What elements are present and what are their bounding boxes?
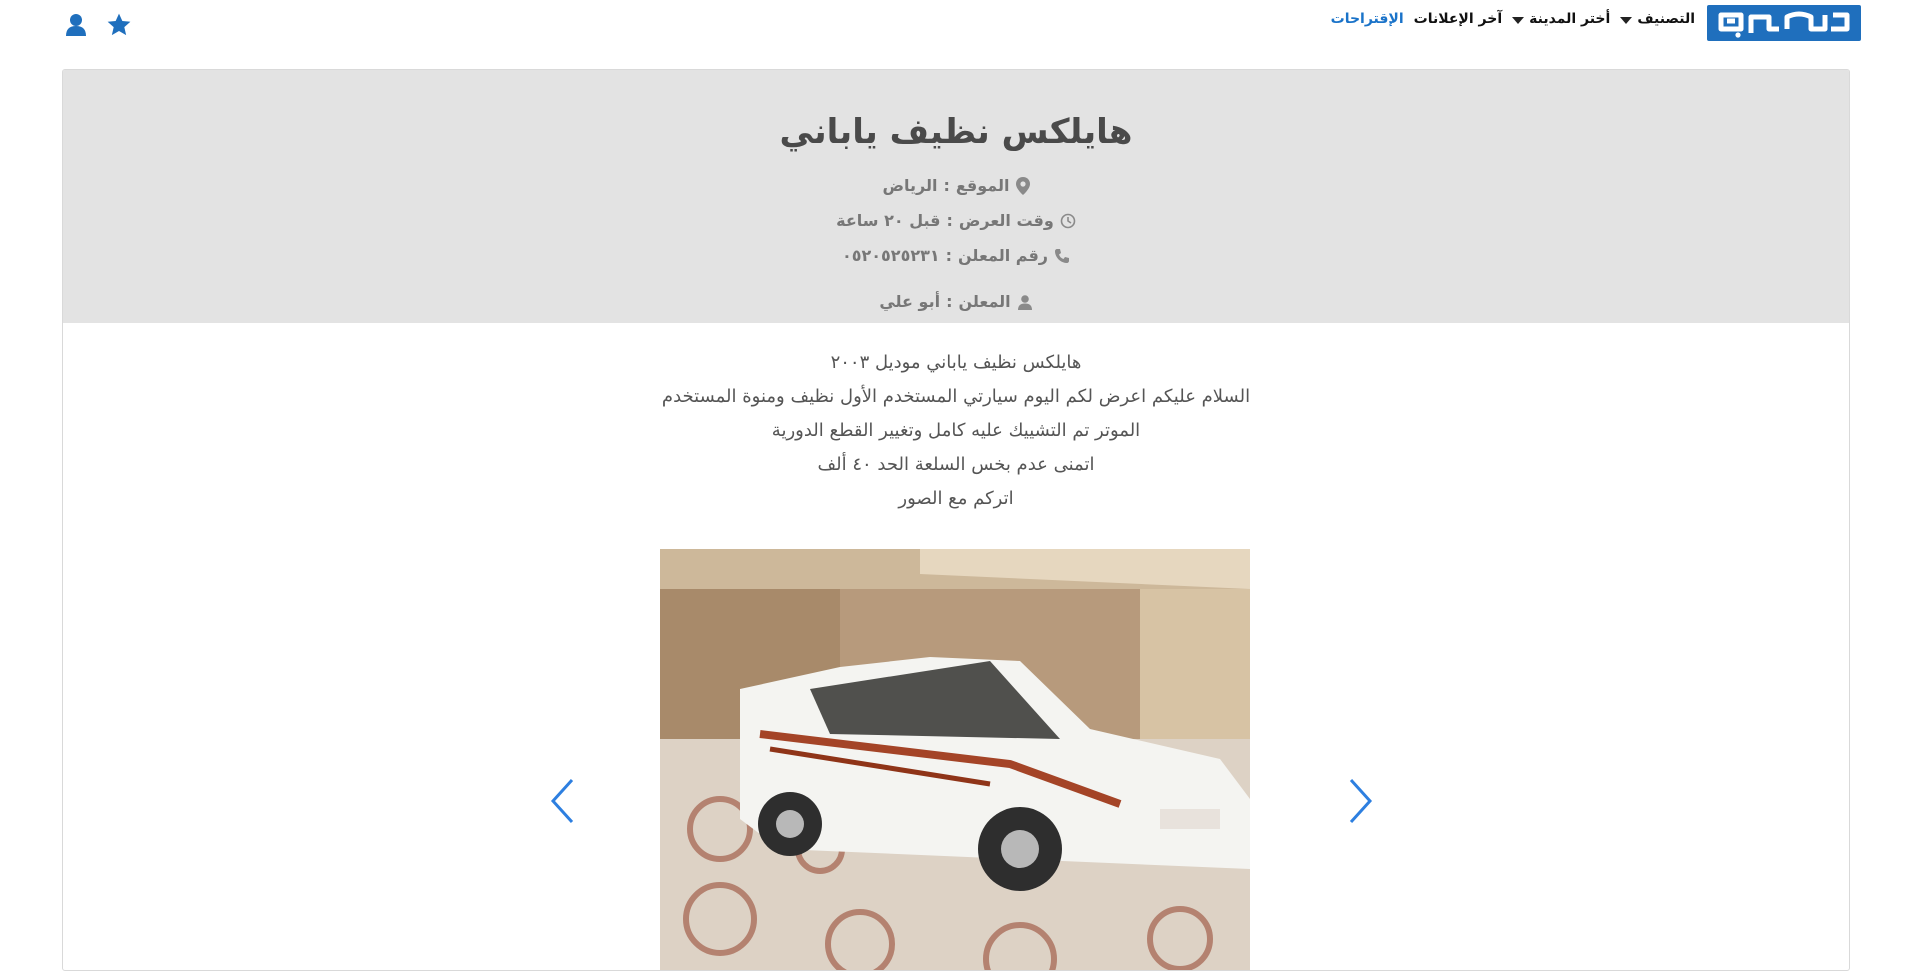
description-line: هايلكس نظيف ياباني موديل ٢٠٠٣ (830, 352, 1082, 373)
haraj-logo[interactable] (1707, 5, 1861, 41)
description-line: اتركم مع الصور (898, 488, 1014, 509)
advertiser-value[interactable]: أبو علي (879, 292, 940, 311)
location-label: الموقع (955, 176, 1010, 195)
previous-image-arrow[interactable] (548, 777, 578, 825)
nav-suggestions[interactable]: الإقتراحات (1331, 11, 1404, 27)
description-line: اتمنى عدم بخس السلعة الحد ٤٠ ألف (817, 454, 1095, 475)
phone-icon (1054, 248, 1070, 264)
chevron-down-icon (1512, 16, 1525, 24)
time-value: قبل ٢٠ ساعة (836, 211, 941, 230)
description-line: السلام عليكم اعرض لكم اليوم سيارتي المست… (661, 386, 1251, 407)
location-pin-icon (1015, 176, 1030, 195)
top-navigation-bar: التصنيف أختر المدينة آخر الإعلانات الإقت… (0, 0, 1910, 58)
phone-value[interactable]: ٠٥٢٠٥٢٥٢٣١ (842, 246, 940, 265)
chevron-down-icon (1620, 16, 1633, 24)
listing-header: هايلكس نظيف ياباني الموقع : الرياض وقت ا… (63, 70, 1849, 323)
next-image-arrow[interactable] (1345, 777, 1375, 825)
main-navigation: التصنيف أختر المدينة آخر الإعلانات الإقت… (1331, 11, 1695, 27)
user-icon[interactable] (66, 13, 86, 41)
phone-row: رقم المعلن : ٠٥٢٠٥٢٥٢٣١ (63, 246, 1849, 268)
clock-icon (1060, 213, 1076, 229)
time-label: وقت العرض (958, 211, 1054, 230)
listing-card: هايلكس نظيف ياباني الموقع : الرياض وقت ا… (62, 69, 1850, 971)
user-actions (66, 12, 132, 42)
nav-suggestions-label: الإقتراحات (1330, 11, 1404, 27)
listing-title: هايلكس نظيف ياباني (779, 112, 1133, 152)
nav-city-dropdown[interactable]: أختر المدينة (1512, 11, 1610, 27)
advertiser-row: المعلن : أبو علي (63, 292, 1849, 314)
nav-latest-ads[interactable]: آخر الإعلانات (1414, 11, 1502, 27)
advertiser-label: المعلن (958, 292, 1011, 311)
time-row: وقت العرض : قبل ٢٠ ساعة (63, 211, 1849, 233)
location-row: الموقع : الرياض (63, 176, 1849, 199)
location-value: الرياض (882, 176, 938, 195)
star-icon[interactable] (106, 12, 132, 42)
nav-category-dropdown[interactable]: التصنيف (1620, 11, 1695, 27)
description-line: الموتر تم التشييك عليه كامل وتغيير القطع… (771, 420, 1141, 441)
nav-latest-label: آخر الإعلانات (1413, 11, 1503, 27)
person-icon (1017, 294, 1033, 310)
phone-label: رقم المعلن (958, 246, 1049, 265)
listing-description: هايلكس نظيف ياباني موديل ٢٠٠٣ السلام علي… (63, 346, 1849, 516)
nav-category-label: التصنيف (1637, 11, 1695, 27)
nav-city-label: أختر المدينة (1529, 11, 1611, 27)
listing-photo[interactable] (660, 549, 1250, 970)
